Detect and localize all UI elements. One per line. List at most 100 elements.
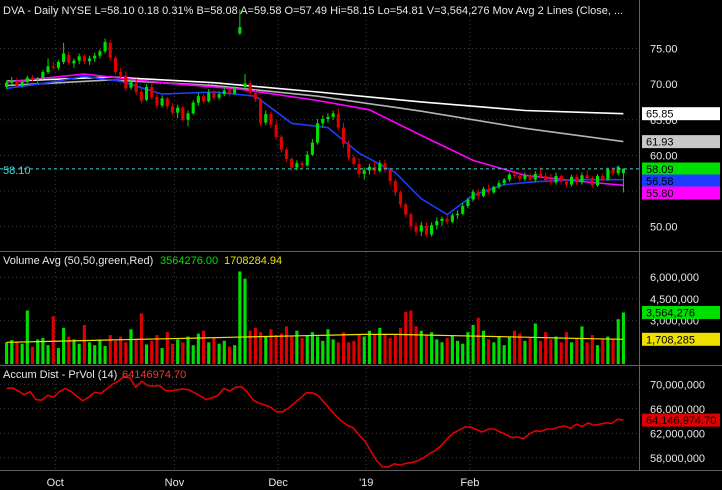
volume-bar: [284, 326, 289, 364]
volume-bar: [305, 335, 309, 364]
volume-bar: [46, 345, 50, 364]
volume-bar: [564, 332, 568, 364]
candle-body: [238, 27, 242, 34]
x-tick-label: Oct: [47, 477, 64, 489]
axis-value-tag-text: 65.85: [646, 109, 674, 121]
candle-body: [113, 57, 117, 73]
candle-body: [341, 127, 346, 144]
volume-bar: [595, 345, 600, 364]
volume-bar: [10, 340, 14, 364]
header-study: Mov Avg 2 Lines (Close, ...: [493, 5, 624, 17]
candle-body: [362, 170, 366, 174]
candle-body: [295, 163, 299, 168]
volume-bar: [367, 330, 371, 364]
candle-body: [580, 175, 584, 183]
volume-bar: [611, 339, 615, 364]
candle-body: [398, 192, 403, 205]
candle-body: [10, 80, 14, 83]
candle-body: [497, 183, 501, 187]
volume-bar: [487, 339, 491, 364]
volume-bar: [186, 336, 190, 364]
header-bid: B=58.08: [196, 5, 237, 17]
volume-bar: [87, 342, 92, 364]
candle-body: [621, 168, 625, 174]
volume-bar: [202, 330, 206, 364]
volume-bar: [398, 327, 403, 364]
candle-body: [300, 163, 304, 166]
volume-bar: [559, 342, 563, 364]
header-interval: Daily: [34, 5, 59, 17]
axis-value-tag-text: 56.58: [646, 176, 674, 188]
candle-body: [502, 179, 506, 184]
candle-body: [559, 176, 563, 182]
candle-body: [46, 66, 50, 73]
candle-body: [144, 86, 149, 100]
candle-body: [336, 114, 340, 128]
header-low: Lo=54.81: [378, 5, 424, 17]
chart-canvas[interactable]: DVA - Daily NYSE L=58.10 0.18 0.31% B=58…: [0, 0, 722, 490]
volume-bar: [513, 330, 517, 364]
volume-bar: [207, 342, 211, 364]
volume-bar: [181, 342, 185, 364]
candle-body: [378, 163, 382, 172]
candle-body: [160, 98, 164, 106]
volume-bar: [36, 339, 40, 364]
volume-bar: [507, 336, 511, 364]
price-tick-label: 70.00: [650, 79, 678, 91]
volume-bar: [455, 340, 460, 364]
candle-body: [533, 173, 537, 180]
candle-body: [15, 81, 19, 86]
candle-body: [461, 205, 465, 214]
volume-bar: [575, 337, 579, 364]
volume-bar: [554, 336, 558, 364]
candle-body: [108, 42, 112, 58]
volume-bar: [212, 337, 216, 364]
candle-body: [20, 81, 24, 86]
volume-bar: [62, 327, 66, 364]
candle-body: [455, 213, 460, 216]
candle-body: [186, 113, 190, 120]
volume-bar: [56, 348, 60, 364]
candle-body: [290, 158, 294, 168]
candle-body: [103, 42, 107, 52]
volume-bar: [357, 335, 361, 364]
candle-body: [450, 215, 454, 222]
candle-body: [196, 96, 200, 103]
volume-bar: [124, 342, 128, 364]
header-open: O=57.49: [285, 5, 328, 17]
candle-body: [212, 92, 216, 98]
ad-tick-label: 58,000,000: [650, 453, 705, 465]
volume-bar: [316, 336, 320, 364]
volume-bar: [528, 337, 532, 364]
candle-body: [25, 77, 29, 82]
volume-bar: [134, 339, 138, 364]
candle-body: [222, 90, 226, 95]
candle-body: [259, 99, 263, 124]
candle-body: [326, 116, 330, 120]
volume-bar: [290, 336, 294, 364]
candle-body: [476, 191, 480, 196]
candle-body: [585, 175, 589, 179]
volume-bar: [51, 316, 55, 364]
candle-body: [227, 90, 232, 94]
candle-body: [316, 123, 320, 143]
volume-bar: [378, 327, 382, 364]
axis-value-tag-text: 58.09: [646, 164, 674, 176]
candle-body: [595, 176, 600, 186]
candle-body: [77, 56, 81, 61]
candle-body: [404, 204, 408, 215]
candle-body: [269, 114, 273, 125]
volume-bar: [119, 336, 123, 364]
candle-body: [528, 175, 532, 180]
volume-bar: [144, 344, 149, 364]
candle-body: [253, 92, 257, 100]
volume-bar: [590, 335, 594, 364]
volume-bar: [227, 346, 232, 364]
candle-body: [202, 96, 206, 102]
candle-body: [430, 225, 434, 235]
candle-body: [129, 81, 133, 88]
candle-body: [414, 225, 418, 232]
candle-body: [176, 107, 180, 113]
volume-bar: [606, 336, 610, 364]
volume-bar: [341, 332, 346, 364]
